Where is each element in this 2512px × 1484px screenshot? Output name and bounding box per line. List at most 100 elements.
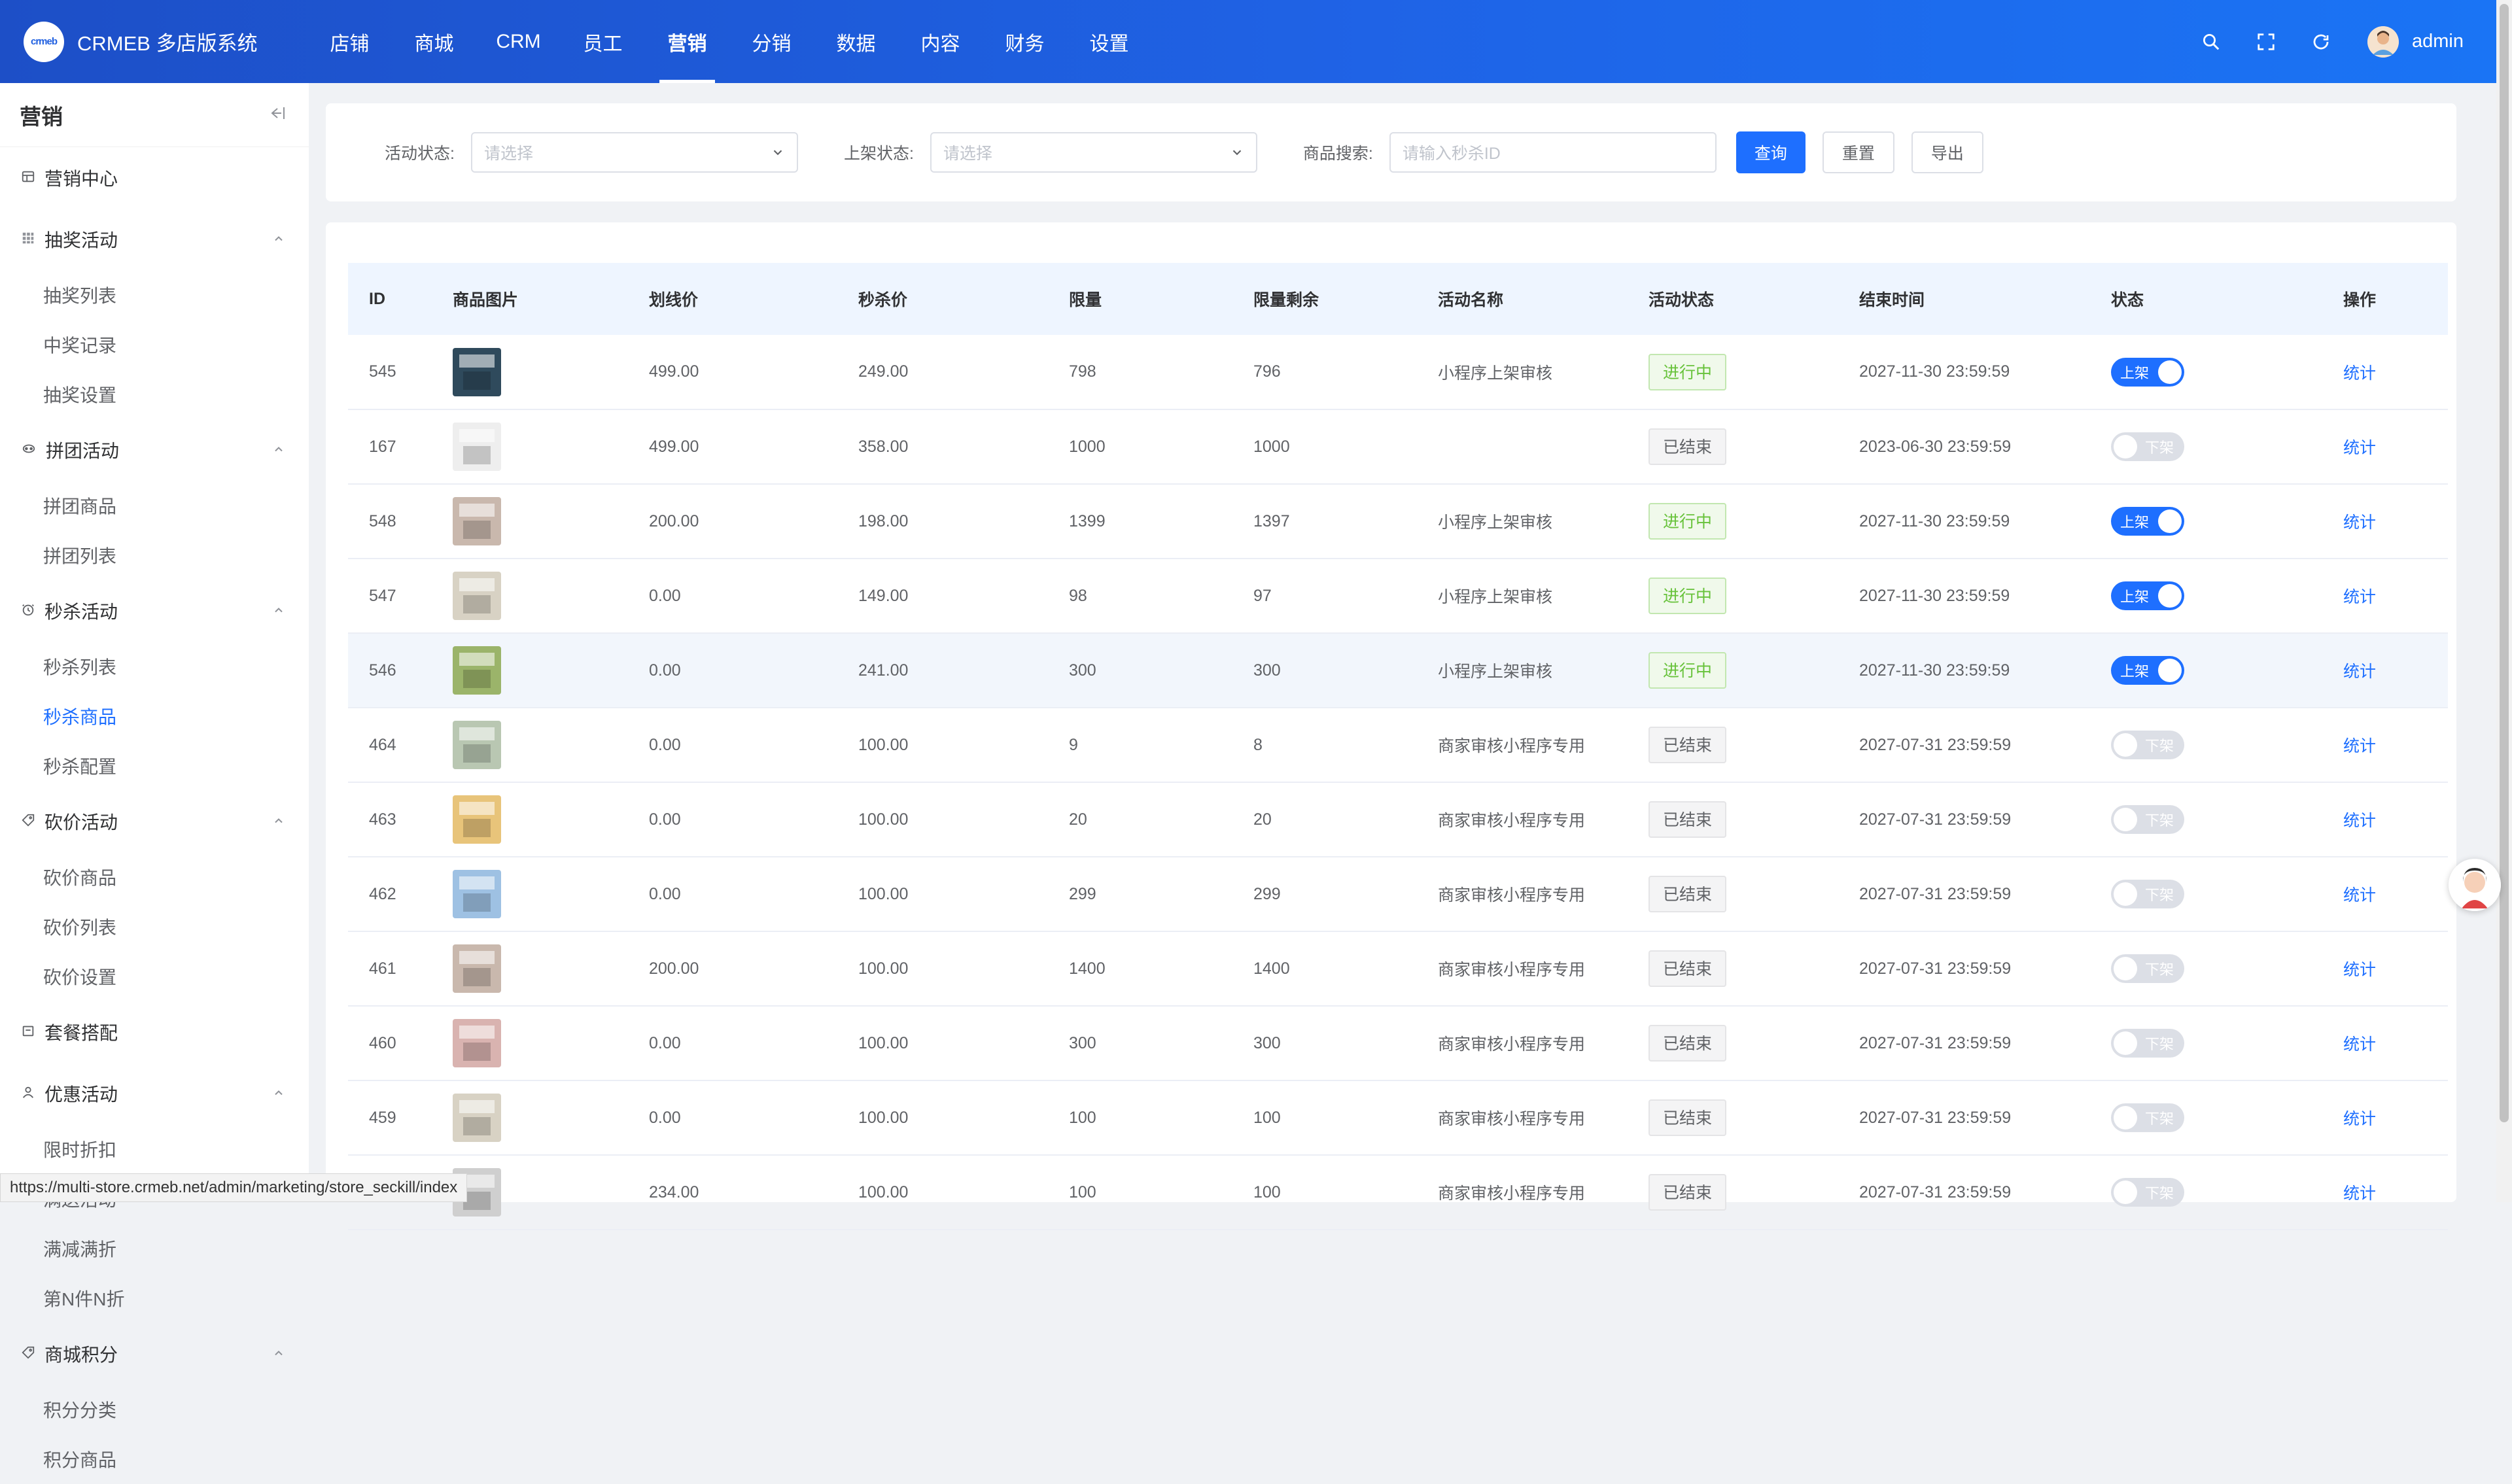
sidebar-sub-item[interactable]: 抽奖列表: [43, 270, 185, 320]
topnav-item[interactable]: 数据: [814, 0, 898, 83]
table-row[interactable]: 464 0.00 100.00 9 8 商家审核小程序专用 已结束 2027-07-31 23…: [348, 708, 2448, 783]
statistics-link[interactable]: 统计: [2343, 439, 2376, 457]
shelf-toggle[interactable]: 下架: [2111, 432, 2184, 461]
table-row[interactable]: 546 0.00 241.00 300 300 小程序上架审核 进行中 2027-11-30 …: [348, 633, 2448, 708]
reset-button[interactable]: 重置: [1822, 131, 1894, 173]
product-search-input[interactable]: 请输入秒杀ID: [1389, 132, 1717, 173]
statistics-link[interactable]: 统计: [2343, 886, 2376, 905]
menu-group-header[interactable]: 套餐搭配: [21, 1001, 309, 1063]
product-thumbnail[interactable]: [453, 497, 501, 545]
statistics-link[interactable]: 统计: [2343, 663, 2376, 681]
shelf-toggle[interactable]: 下架: [2111, 805, 2184, 834]
sidebar-sub-item[interactable]: 抽奖设置: [43, 370, 185, 419]
topnav-item[interactable]: 员工: [561, 0, 645, 83]
shelf-status-placeholder: 请选择: [943, 145, 992, 163]
statistics-link[interactable]: 统计: [2343, 588, 2376, 606]
shelf-toggle[interactable]: 下架: [2111, 1029, 2184, 1058]
menu-group-header[interactable]: 秒杀活动: [21, 580, 309, 642]
product-thumbnail[interactable]: [453, 944, 501, 993]
activity-status-select[interactable]: 请选择: [470, 132, 798, 173]
table-row[interactable]: 462 0.00 100.00 299 299 商家审核小程序专用 已结束 2027-07-3…: [348, 857, 2448, 932]
statistics-link[interactable]: 统计: [2343, 1035, 2376, 1054]
topnav-item[interactable]: CRM: [476, 0, 561, 83]
scrollbar-thumb[interactable]: [2500, 4, 2509, 1122]
topnav-item[interactable]: 分销: [729, 0, 814, 83]
export-button[interactable]: 导出: [1911, 131, 1983, 173]
sidebar-sub-item[interactable]: 砍价列表: [43, 902, 185, 952]
table-row[interactable]: 545 499.00 249.00 798 796 小程序上架审核 进行中 2027-11-3…: [348, 335, 2448, 410]
topnav-item[interactable]: 内容: [898, 0, 983, 83]
sidebar-sub-item[interactable]: 秒杀列表: [43, 642, 185, 691]
menu-group-header[interactable]: 营销中心: [21, 147, 309, 209]
menu-group-header[interactable]: 抽奖活动: [21, 209, 309, 270]
user-name[interactable]: admin: [2412, 31, 2464, 52]
statistics-link[interactable]: 统计: [2343, 737, 2376, 755]
query-button[interactable]: 查询: [1736, 131, 1806, 173]
sidebar-sub-item[interactable]: 秒杀商品: [43, 691, 185, 741]
table-row[interactable]: 463 0.00 100.00 20 20 商家审核小程序专用 已结束 2027-07-31 …: [348, 782, 2448, 857]
shelf-toggle[interactable]: 上架: [2111, 507, 2184, 536]
statistics-link[interactable]: 统计: [2343, 812, 2376, 830]
shelf-toggle[interactable]: 下架: [2111, 1103, 2184, 1132]
table-row[interactable]: 460 0.00 100.00 300 300 商家审核小程序专用 已结束 2027-07-3…: [348, 1006, 2448, 1081]
sidebar-sub-item[interactable]: 拼团列表: [43, 530, 185, 580]
sidebar-sub-item[interactable]: 中奖记录: [43, 320, 185, 370]
sidebar-sub-item[interactable]: 砍价商品: [43, 852, 185, 902]
topnav-item[interactable]: 店铺: [307, 0, 392, 83]
sidebar-sub-item[interactable]: 第N件N折: [43, 1273, 185, 1323]
sidebar-sub-item[interactable]: 秒杀配置: [43, 741, 185, 791]
statistics-link[interactable]: 统计: [2343, 513, 2376, 532]
product-thumbnail[interactable]: [453, 721, 501, 769]
shelf-toggle[interactable]: 上架: [2111, 656, 2184, 685]
product-thumbnail[interactable]: [453, 347, 501, 396]
page-scrollbar[interactable]: [2496, 0, 2512, 1202]
fullscreen-icon[interactable]: [2255, 31, 2277, 53]
shelf-status-select[interactable]: 请选择: [930, 132, 1257, 173]
menu-group-header[interactable]: 商城积分: [21, 1323, 309, 1385]
statistics-link[interactable]: 统计: [2343, 1110, 2376, 1128]
product-thumbnail[interactable]: [453, 1019, 501, 1067]
cell-end-time: 2027-07-31 23:59:59: [1838, 708, 2090, 783]
statistics-link[interactable]: 统计: [2343, 1184, 2376, 1203]
shelf-toggle[interactable]: 下架: [2111, 880, 2184, 908]
sidebar-sub-item[interactable]: 砍价设置: [43, 952, 185, 1001]
sidebar-sub-item[interactable]: 积分商品: [43, 1434, 185, 1484]
logo-area[interactable]: crmeb CRMEB 多店版系统: [0, 21, 307, 62]
topnav-item[interactable]: 财务: [983, 0, 1067, 83]
product-thumbnail[interactable]: [453, 423, 501, 471]
user-avatar[interactable]: [2367, 26, 2399, 58]
sidebar-sub-item[interactable]: 限时折扣: [43, 1124, 185, 1174]
product-thumbnail[interactable]: [453, 572, 501, 620]
product-thumbnail[interactable]: [453, 795, 501, 844]
menu-group-header[interactable]: 优惠活动: [21, 1063, 309, 1124]
menu-group-header[interactable]: 砍价活动: [21, 791, 309, 852]
table-row[interactable]: 459 0.00 100.00 100 100 商家审核小程序专用 已结束 2027-07-3…: [348, 1080, 2448, 1156]
customer-service-avatar[interactable]: [2449, 859, 2501, 911]
table-row[interactable]: 461 200.00 100.00 1400 1400 商家审核小程序专用 已结束 2027-…: [348, 931, 2448, 1007]
table-row[interactable]: 234.00 100.00 100 100 商家审核小程序专用 已结束 2027-07-31…: [348, 1155, 2448, 1230]
sidebar-sub-item[interactable]: 满减满折: [43, 1224, 185, 1273]
topnav-item[interactable]: 营销: [645, 0, 729, 83]
product-thumbnail[interactable]: [453, 1094, 501, 1142]
shelf-toggle[interactable]: 上架: [2111, 581, 2184, 610]
product-thumbnail[interactable]: [453, 646, 501, 695]
table-row[interactable]: 547 0.00 149.00 98 97 小程序上架审核 进行中 2027-11-30 23…: [348, 559, 2448, 634]
collapse-sidebar-icon[interactable]: [266, 105, 285, 124]
shelf-toggle[interactable]: 下架: [2111, 731, 2184, 759]
sidebar-sub-item[interactable]: 拼团商品: [43, 481, 185, 530]
topnav-item[interactable]: 设置: [1067, 0, 1151, 83]
shelf-toggle[interactable]: 上架: [2111, 357, 2184, 387]
menu-group-header[interactable]: 拼团活动: [21, 419, 309, 481]
statistics-link[interactable]: 统计: [2343, 364, 2376, 383]
toggle-knob: [2158, 509, 2182, 533]
statistics-link[interactable]: 统计: [2343, 961, 2376, 979]
product-thumbnail[interactable]: [453, 870, 501, 918]
sidebar-sub-item[interactable]: 积分分类: [43, 1385, 185, 1434]
search-icon[interactable]: [2200, 31, 2222, 53]
shelf-toggle[interactable]: 下架: [2111, 954, 2184, 983]
table-row[interactable]: 167 499.00 358.00 1000 1000 已结束 2023-06-30 23:…: [348, 409, 2448, 485]
table-row[interactable]: 548 200.00 198.00 1399 1397 小程序上架审核 进行中 2027-11…: [348, 484, 2448, 559]
refresh-icon[interactable]: [2310, 31, 2332, 53]
topnav-item[interactable]: 商城: [392, 0, 476, 83]
shelf-toggle[interactable]: 下架: [2111, 1178, 2184, 1207]
